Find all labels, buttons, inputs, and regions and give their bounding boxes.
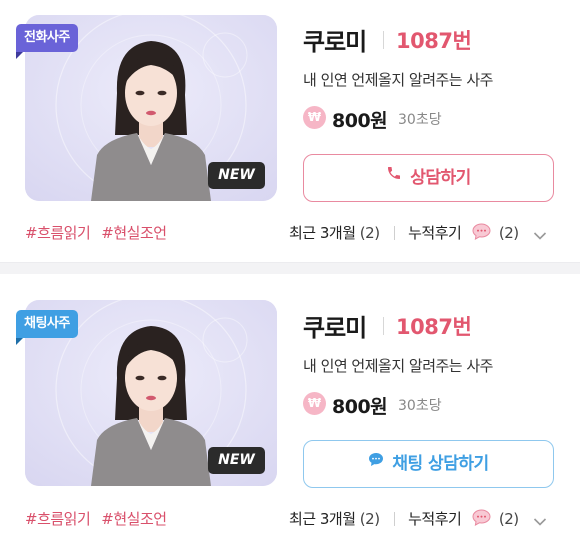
- won-icon: ₩: [303, 106, 326, 129]
- review-stats[interactable]: 최근 3개월 (2) 누적후기 (2): [289, 508, 547, 529]
- price-unit: 30초당: [398, 112, 442, 128]
- review-bubble-icon: [472, 509, 491, 526]
- review-stats[interactable]: 최근 3개월 (2) 누적후기 (2): [289, 222, 547, 243]
- review-bubble-icon: [472, 223, 491, 240]
- new-badge: NEW: [208, 162, 265, 189]
- chat-consult-label: 채팅 상담하기: [392, 454, 489, 474]
- reviews-label: 누적후기: [408, 510, 462, 528]
- counselor-card[interactable]: 채팅사주 NEW 쿠로미 1087번 내 인연 언제올지 알려주는 사주 ₩ 8…: [0, 286, 580, 542]
- chat-icon: [368, 439, 384, 485]
- chevron-down-icon[interactable]: [533, 513, 547, 526]
- card-divider: [0, 262, 580, 274]
- reviews-label: 누적후기: [408, 224, 462, 242]
- price: 800원: [332, 110, 388, 132]
- won-icon: ₩: [303, 392, 326, 415]
- chat-consult-button[interactable]: 채팅 상담하기: [303, 440, 554, 488]
- phone-icon: [386, 153, 402, 199]
- counselor-number: 1087번: [396, 315, 472, 339]
- name-divider: [383, 31, 384, 49]
- counselor-name: 쿠로미: [303, 314, 367, 342]
- tag-item[interactable]: #흐름읽기: [25, 224, 91, 242]
- recent-count: (2): [359, 224, 380, 242]
- name-divider: [383, 317, 384, 335]
- service-type-badge: 전화사주: [16, 24, 78, 59]
- reviews-count: (2): [498, 224, 519, 242]
- counselor-name: 쿠로미: [303, 28, 367, 56]
- price: 800원: [332, 396, 388, 418]
- chevron-down-icon[interactable]: [533, 227, 547, 240]
- counselor-card[interactable]: 전화사주 NEW 쿠로미 1087번 내 인연 언제올지 알려주는 사주 ₩ 8…: [0, 0, 580, 262]
- tag-item[interactable]: #현실조언: [101, 224, 167, 242]
- reviews-count: (2): [498, 510, 519, 528]
- service-type-badge: 채팅사주: [16, 310, 78, 345]
- recent-label: 최근 3개월: [289, 510, 356, 528]
- call-consult-label: 상담하기: [410, 168, 471, 188]
- tag-item[interactable]: #현실조언: [101, 510, 167, 528]
- price-unit: 30초당: [398, 398, 442, 414]
- recent-label: 최근 3개월: [289, 224, 356, 242]
- new-badge: NEW: [208, 447, 265, 474]
- recent-count: (2): [359, 510, 380, 528]
- counselor-description: 내 인연 언제올지 알려주는 사주: [303, 357, 493, 375]
- call-consult-button[interactable]: 상담하기: [303, 154, 554, 202]
- tag-list: #흐름읽기 #현실조언: [25, 508, 178, 529]
- tag-item[interactable]: #흐름읽기: [25, 510, 91, 528]
- stats-divider: [393, 511, 395, 526]
- stats-divider: [393, 225, 395, 240]
- counselor-description: 내 인연 언제올지 알려주는 사주: [303, 71, 493, 89]
- tag-list: #흐름읽기 #현실조언: [25, 222, 178, 243]
- counselor-number: 1087번: [396, 29, 472, 53]
